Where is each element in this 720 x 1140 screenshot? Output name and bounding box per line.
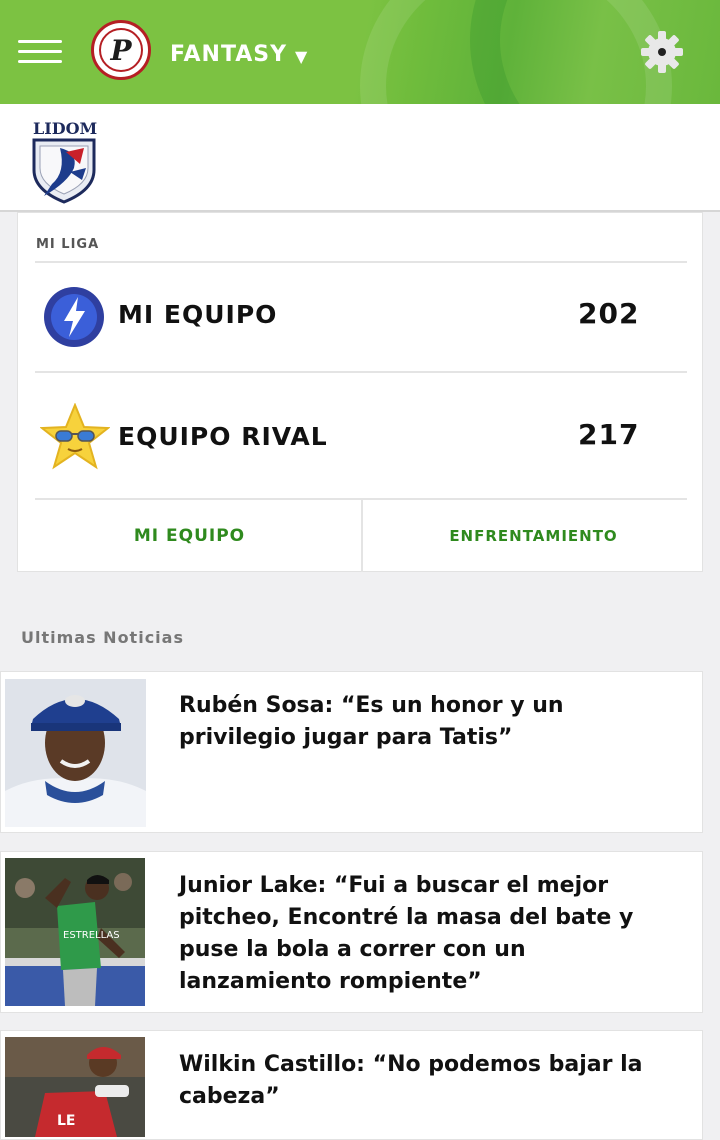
rival-team-name: EQUIPO RIVAL xyxy=(118,422,328,451)
my-team-name: MI EQUIPO xyxy=(118,300,278,329)
star-sunglasses-icon xyxy=(40,403,110,470)
my-team-score: 202 xyxy=(578,297,640,330)
rival-team-score: 217 xyxy=(578,418,640,451)
lightning-bolt-icon xyxy=(44,287,104,347)
fantasy-dropdown-label: FANTASY xyxy=(170,42,288,67)
news-thumbnail: LE xyxy=(5,1037,145,1137)
my-team-row[interactable]: MI EQUIPO 202 xyxy=(18,263,704,363)
news-thumbnail: ESTRELLAS xyxy=(5,858,145,1006)
news-headline: Junior Lake: “Fui a buscar el mejor pitc… xyxy=(179,873,634,994)
news-item[interactable]: ESTRELLAS Junior Lake: “Fui a buscar el … xyxy=(0,851,703,1013)
gear-icon[interactable] xyxy=(638,28,686,76)
news-headline: Rubén Sosa: “Es un honor y un privilegio… xyxy=(179,693,564,750)
league-bar: LIDOM xyxy=(0,104,720,212)
lidom-logo[interactable]: LIDOM xyxy=(30,118,98,206)
svg-text:LIDOM: LIDOM xyxy=(33,119,97,138)
svg-text:LE: LE xyxy=(57,1113,75,1129)
mi-liga-card: MI LIGA MI EQUIPO 202 EQUIPO RIVAL 217 M… xyxy=(17,212,703,572)
fantasy-dropdown[interactable]: FANTASY ▼ xyxy=(170,42,308,67)
news-item[interactable]: Rubén Sosa: “Es un honor y un privilegio… xyxy=(0,671,703,833)
app-header: P FANTASY ▼ xyxy=(0,0,720,104)
caret-down-icon: ▼ xyxy=(295,47,309,66)
app-logo[interactable]: P xyxy=(91,20,151,80)
tab-enfrentamiento[interactable]: ENFRENTAMIENTO xyxy=(363,500,704,572)
app-logo-letter: P xyxy=(99,28,143,72)
card-title: MI LIGA xyxy=(36,237,100,252)
rival-team-row[interactable]: EQUIPO RIVAL 217 xyxy=(18,373,704,473)
mi-liga-tabs: MI EQUIPO ENFRENTAMIENTO xyxy=(18,500,704,572)
news-thumbnail xyxy=(5,679,146,827)
tab-mi-equipo[interactable]: MI EQUIPO xyxy=(18,500,361,572)
svg-text:ESTRELLAS: ESTRELLAS xyxy=(63,930,120,941)
news-section-title: Ultimas Noticias xyxy=(21,628,184,647)
hamburger-menu-icon[interactable] xyxy=(18,40,62,64)
news-headline: Wilkin Castillo: “No podemos bajar la ca… xyxy=(179,1052,643,1109)
